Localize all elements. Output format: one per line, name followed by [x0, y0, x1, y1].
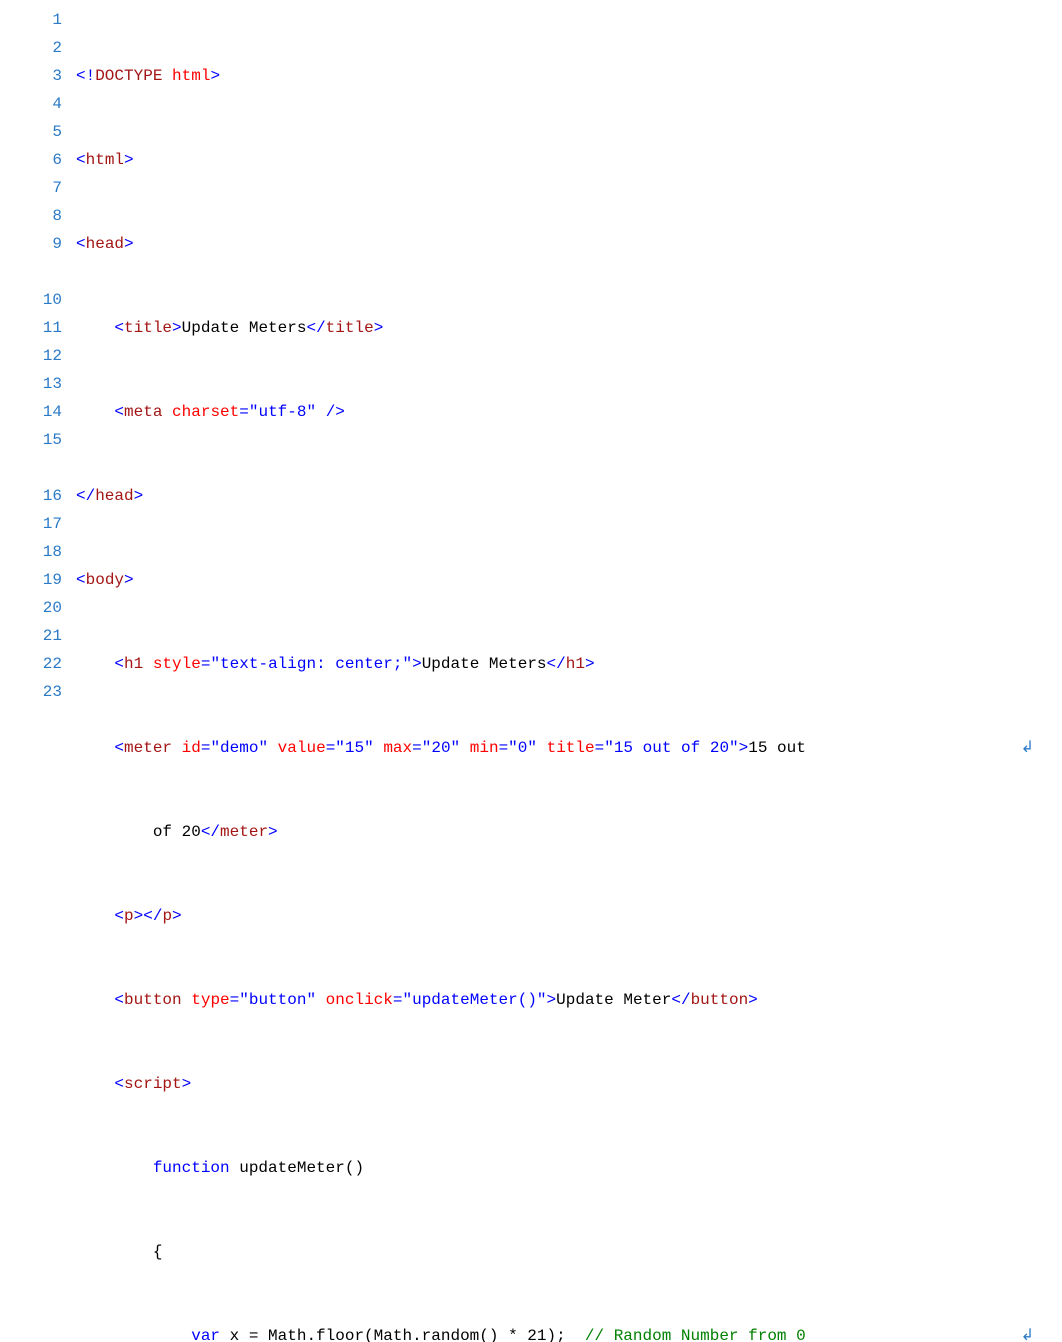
- line-number: 10: [0, 286, 62, 314]
- line-number-gutter: 1 2 3 4 5 6 7 8 9 10 11 12 13 14 15 16 1…: [0, 6, 76, 1342]
- line-number: 8: [0, 202, 62, 230]
- line-number: 11: [0, 314, 62, 342]
- line-number: 6: [0, 146, 62, 174]
- code-line[interactable]: <meta charset="utf-8" />: [76, 398, 1042, 426]
- code-line[interactable]: <h1 style="text-align: center;">Update M…: [76, 650, 1042, 678]
- code-line[interactable]: <button type="button" onclick="updateMet…: [76, 986, 1042, 1014]
- line-number: 20: [0, 594, 62, 622]
- line-number: 1: [0, 6, 62, 34]
- code-line[interactable]: <p></p>: [76, 902, 1042, 930]
- code-line[interactable]: <html>: [76, 146, 1042, 174]
- line-number: 22: [0, 650, 62, 678]
- line-number: 21: [0, 622, 62, 650]
- line-number: 17: [0, 510, 62, 538]
- code-line[interactable]: var x = Math.floor(Math.random() * 21); …: [76, 1322, 1042, 1342]
- wrap-icon: ↲: [1021, 734, 1034, 762]
- code-line[interactable]: <head>: [76, 230, 1042, 258]
- line-number: 5: [0, 118, 62, 146]
- line-number-blank: [0, 454, 62, 482]
- line-number: 18: [0, 538, 62, 566]
- line-number: 14: [0, 398, 62, 426]
- line-number: 12: [0, 342, 62, 370]
- code-line[interactable]: {: [76, 1238, 1042, 1266]
- code-line[interactable]: <script>: [76, 1070, 1042, 1098]
- code-line[interactable]: function updateMeter(): [76, 1154, 1042, 1182]
- code-line[interactable]: <!DOCTYPE html>: [76, 62, 1042, 90]
- code-area[interactable]: <!DOCTYPE html> <html> <head> <title>Upd…: [76, 6, 1062, 1342]
- line-number: 19: [0, 566, 62, 594]
- line-number: 13: [0, 370, 62, 398]
- line-number: 4: [0, 90, 62, 118]
- line-number-blank: [0, 258, 62, 286]
- line-number: 23: [0, 678, 62, 706]
- line-number: 9: [0, 230, 62, 258]
- wrap-icon: ↲: [1021, 1322, 1034, 1342]
- code-line-wrap[interactable]: of 20</meter>: [76, 818, 1042, 846]
- code-line[interactable]: <body>: [76, 566, 1042, 594]
- code-line[interactable]: <title>Update Meters</title>: [76, 314, 1042, 342]
- code-line[interactable]: </head>: [76, 482, 1042, 510]
- line-number: 7: [0, 174, 62, 202]
- line-number: 3: [0, 62, 62, 90]
- line-number: 16: [0, 482, 62, 510]
- line-number: 2: [0, 34, 62, 62]
- line-number: 15: [0, 426, 62, 454]
- code-line[interactable]: <meter id="demo" value="15" max="20" min…: [76, 734, 1042, 762]
- code-editor: 1 2 3 4 5 6 7 8 9 10 11 12 13 14 15 16 1…: [0, 0, 1062, 1342]
